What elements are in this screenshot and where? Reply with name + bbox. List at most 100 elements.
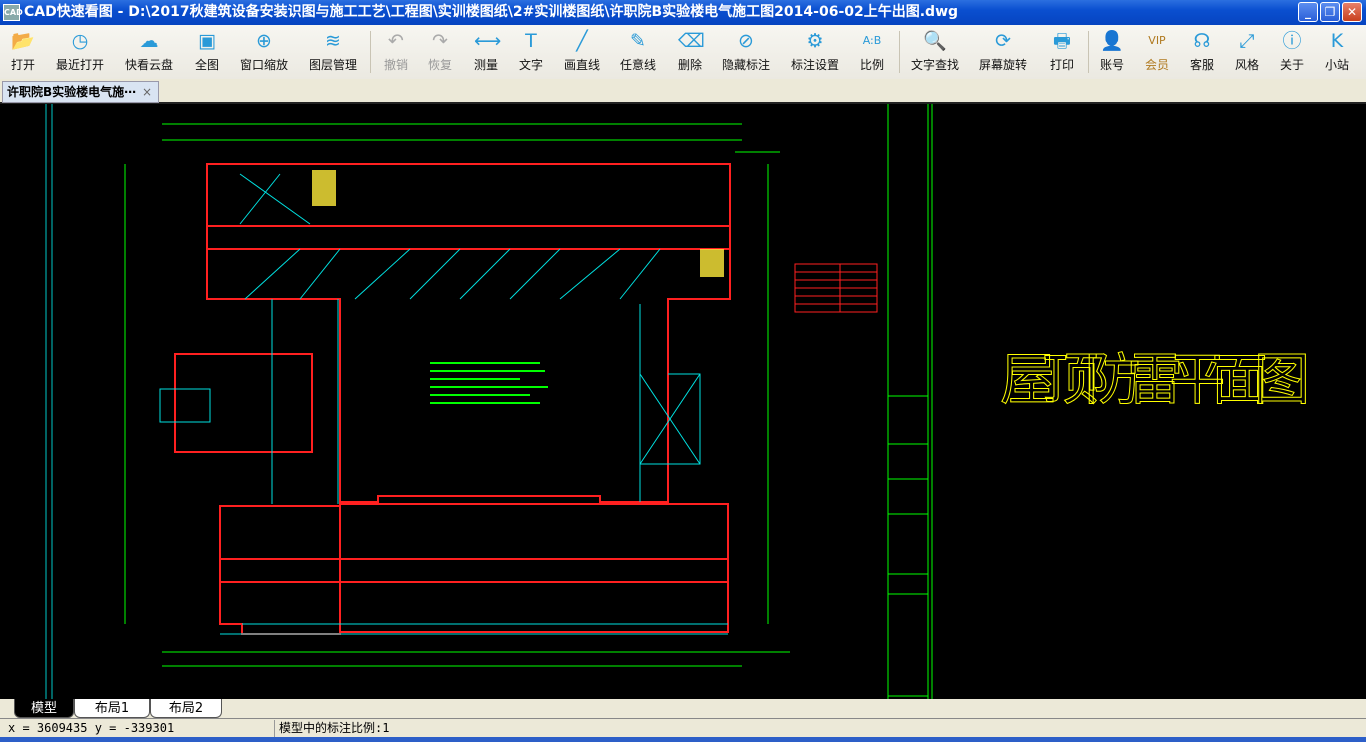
- text-search-icon: 🔍: [923, 30, 947, 52]
- cursor-coordinates: x = 3609435 y = -339301: [8, 721, 175, 735]
- toolbar-button-label: 关于: [1279, 58, 1305, 72]
- toolbar-button-label: 全图: [194, 58, 220, 72]
- line-icon: ╱: [576, 30, 588, 52]
- history-icon: ◷: [71, 30, 89, 52]
- toolbar: 📂 打开 ◷ 最近打开 ☁ 快看云盘 ▣ 全图 ⊕ 窗口缩放 ≋ 图层管理 ↶ 撤销 ↷ 恢复 ⟷ 测量 T 文字 ╱ 画…: [0, 25, 1366, 79]
- window-title: CAD快速看图 - D:\2017秋建筑设备安装识图与施工工艺\工程图\实训楼图…: [24, 4, 959, 20]
- annotation-settings-icon: ⚙: [806, 30, 824, 52]
- toolbar-button-layers[interactable]: ≋ 图层管理: [309, 29, 357, 73]
- cloud-icon: ☁: [139, 30, 159, 52]
- toolbar-button-eraser[interactable]: ⌫ 删除: [677, 29, 705, 73]
- toolbar-button-history[interactable]: ◷ 最近打开: [56, 29, 104, 73]
- toolbar-button-info[interactable]: ⓘ 关于: [1280, 29, 1304, 73]
- close-tab-icon[interactable]: ×: [142, 82, 152, 102]
- toolbar-button-printer[interactable]: 🖶 打印: [1050, 29, 1074, 73]
- k-logo-icon: K: [1330, 30, 1344, 52]
- fit-all-icon: ▣: [198, 30, 216, 52]
- title-block: [887, 395, 929, 697]
- toolbar-button-label: 撤销: [383, 58, 409, 72]
- toolbar-button-headset[interactable]: ☊ 客服: [1190, 29, 1214, 73]
- tab-layout1[interactable]: 布局1: [74, 699, 150, 718]
- toolbar-button-label: 文字: [518, 58, 544, 72]
- toolbar-button-label: 画直线: [563, 58, 601, 72]
- document-tab-label: 许职院B实验楼电气施⋯: [7, 85, 137, 99]
- toolbar-button-user[interactable]: 👤 账号: [1100, 29, 1124, 73]
- toolbar-button-label: 隐藏标注: [721, 58, 771, 72]
- minimize-button[interactable]: _: [1298, 2, 1318, 22]
- os-taskbar: [0, 737, 1366, 742]
- toolbar-button-label: 屏幕旋转: [978, 58, 1028, 72]
- document-tab[interactable]: 许职院B实验楼电气施⋯ ×: [2, 81, 159, 103]
- toolbar-button-label: 窗口缩放: [239, 58, 289, 72]
- vip-icon: VIP: [1148, 34, 1166, 47]
- toolbar-button-pen[interactable]: ✎ 任意线: [620, 29, 656, 73]
- toolbar-button-label: 小站: [1324, 58, 1350, 72]
- eraser-icon: ⌫: [677, 30, 705, 52]
- stair-blocks: [312, 170, 724, 277]
- legend-table: [794, 263, 878, 313]
- app-icon: CAD: [3, 4, 23, 21]
- toolbar-separator: [899, 31, 900, 73]
- drawing-canvas[interactable]: 屋顶防雷平面图: [0, 104, 1366, 700]
- close-button[interactable]: ✕: [1342, 2, 1362, 22]
- undo-icon: ↶: [388, 30, 404, 52]
- tab-model[interactable]: 模型: [14, 699, 74, 718]
- toolbar-button-text[interactable]: T 文字: [519, 29, 543, 73]
- building-outline: [174, 163, 731, 635]
- toolbar-button-label: 标注设置: [790, 58, 840, 72]
- toolbar-button-label: 账号: [1099, 58, 1125, 72]
- folder-icon: 📂: [11, 30, 35, 52]
- scale-icon: A:B: [862, 34, 882, 47]
- redo-icon: ↷: [432, 30, 448, 52]
- layers-icon: ≋: [325, 30, 341, 52]
- toolbar-button-zoom-window[interactable]: ⊕ 窗口缩放: [240, 29, 288, 73]
- toolbar-button-folder[interactable]: 📂 打开: [11, 29, 35, 73]
- toolbar-button-hide-eye[interactable]: ⊘ 隐藏标注: [722, 29, 770, 73]
- title-bar: CAD CAD快速看图 - D:\2017秋建筑设备安装识图与施工工艺\工程图\…: [0, 0, 1366, 25]
- toolbar-button-style[interactable]: ⤢ 风格: [1235, 29, 1259, 73]
- toolbar-button-scale[interactable]: A:B 比例: [860, 29, 884, 73]
- toolbar-button-cloud[interactable]: ☁ 快看云盘: [125, 29, 173, 73]
- toolbar-button-label: 恢复: [427, 58, 453, 72]
- printer-icon: 🖶: [1053, 30, 1071, 52]
- toolbar-button-label: 删除: [677, 58, 703, 72]
- toolbar-button-fit-all[interactable]: ▣ 全图: [195, 29, 219, 73]
- zoom-window-icon: ⊕: [256, 30, 272, 52]
- tab-layout2[interactable]: 布局2: [150, 699, 222, 718]
- cad-drawing: 屋顶防雷平面图: [45, 104, 1311, 700]
- toolbar-button-label: 打印: [1049, 58, 1075, 72]
- toolbar-button-label: 最近打开: [55, 58, 105, 72]
- toolbar-button-annotation-settings[interactable]: ⚙ 标注设置: [791, 29, 839, 73]
- toolbar-button-label: 风格: [1234, 58, 1260, 72]
- annotation-scale: 模型中的标注比例:1: [274, 720, 389, 737]
- toolbar-button-label: 测量: [473, 58, 499, 72]
- toolbar-button-line[interactable]: ╱ 画直线: [564, 29, 600, 73]
- toolbar-button-label: 比例: [859, 58, 885, 72]
- hide-eye-icon: ⊘: [738, 30, 754, 52]
- status-bar: x = 3609435 y = -339301 模型中的标注比例:1: [0, 720, 1366, 737]
- toolbar-button-label: 快看云盘: [124, 58, 174, 72]
- toolbar-separator: [1088, 31, 1089, 73]
- measure-icon: ⟷: [473, 30, 502, 52]
- user-icon: 👤: [1100, 30, 1124, 52]
- toolbar-button-undo[interactable]: ↶ 撤销: [384, 29, 408, 73]
- toolbar-button-label: 文字查找: [910, 58, 960, 72]
- toolbar-button-label: 会员: [1144, 58, 1170, 72]
- restore-button[interactable]: ❐: [1320, 2, 1340, 22]
- document-tab-bar: 许职院B实验楼电气施⋯ ×: [0, 79, 1366, 104]
- notes-block: [430, 362, 548, 404]
- toolbar-button-label: 打开: [10, 58, 36, 72]
- info-icon: ⓘ: [1282, 30, 1302, 52]
- toolbar-button-redo[interactable]: ↷ 恢复: [428, 29, 452, 73]
- pen-icon: ✎: [630, 30, 646, 52]
- toolbar-button-k-logo[interactable]: K 小站: [1325, 29, 1349, 73]
- toolbar-button-rotate-screen[interactable]: ⟳ 屏幕旋转: [979, 29, 1027, 73]
- layout-tab-bar: 模型 布局1 布局2: [0, 699, 1366, 719]
- toolbar-button-measure[interactable]: ⟷ 测量: [473, 29, 502, 73]
- toolbar-button-label: 客服: [1189, 58, 1215, 72]
- toolbar-button-label: 图层管理: [308, 58, 358, 72]
- toolbar-separator: [370, 31, 371, 73]
- toolbar-button-text-search[interactable]: 🔍 文字查找: [911, 29, 959, 73]
- drawing-title: 屋顶防雷平面图: [1000, 348, 1310, 413]
- toolbar-button-vip[interactable]: VIP 会员: [1145, 29, 1169, 73]
